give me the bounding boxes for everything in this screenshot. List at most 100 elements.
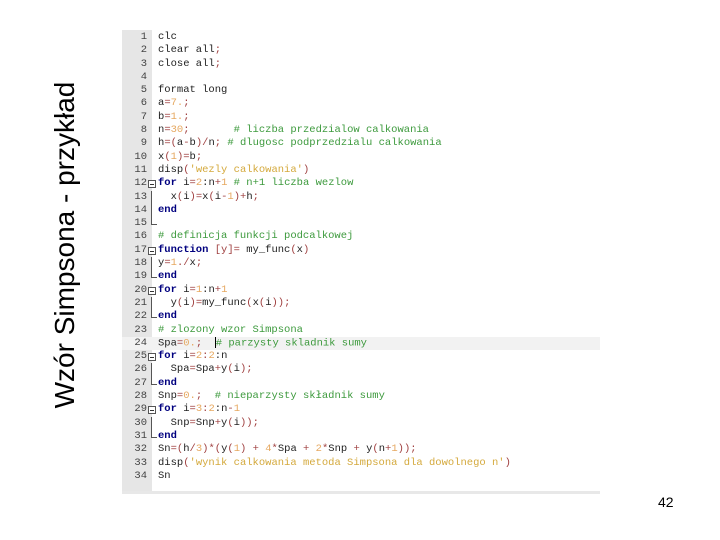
code-text: Sn [158, 470, 171, 483]
line-number: 21 [134, 296, 147, 309]
operator-token: ; [183, 110, 190, 123]
code-line[interactable]: 29 for i=3:2:n-1 [122, 403, 600, 416]
code-text: function [y]= my_func(x) [158, 244, 309, 257]
code-line[interactable]: 22 end [122, 310, 600, 323]
code-line[interactable]: 19 end [122, 270, 600, 283]
keyword-token: end [158, 203, 177, 216]
code-text: y=1./x; [158, 257, 202, 270]
code-token: clear all [158, 44, 215, 57]
keyword-token: for [158, 283, 177, 296]
code-line[interactable]: 9 h=(a-b)/n; # dlugosc podprzedzialu calk… [122, 137, 600, 150]
keyword-token: function [158, 243, 209, 256]
code-line[interactable]: 6 a=7.; [122, 97, 600, 110]
comment-token: # nieparzysty składnik sumy [202, 390, 385, 403]
code-text: x(1)=b; [158, 151, 202, 164]
code-line[interactable]: 33 disp('wynik calkowania metoda Simpsona… [122, 457, 600, 470]
code-token: :n [202, 177, 215, 190]
code-line[interactable]: 20 for i=1:n+1 [122, 284, 600, 297]
fold-toggle-icon[interactable] [148, 406, 156, 415]
line-number: 26 [134, 363, 147, 376]
fold-guide [151, 296, 152, 311]
code-line[interactable]: 17 function [y]= my_func(x) [122, 244, 600, 257]
code-line[interactable]: 21 y(i)=my_func(x(i)); [122, 296, 600, 311]
fold-guide [151, 190, 152, 204]
code-line[interactable]: 12 for i=2:n+1 # n+1 liczba wezlow [122, 177, 600, 190]
code-text: end [158, 270, 177, 283]
code-line[interactable]: 1 clc [122, 31, 600, 44]
line-number: 24 [134, 336, 147, 349]
code-line[interactable]: 23 # zlozony wzor Simpsona [122, 324, 600, 337]
line-number: 18 [134, 257, 147, 270]
fold-toggle-icon[interactable] [148, 353, 156, 362]
operator-token: )*( [202, 443, 222, 456]
keyword-token: for [158, 350, 177, 363]
line-number: 2 [140, 44, 147, 57]
code-line[interactable]: 30 Snp=Snp+y(i)); [122, 416, 600, 430]
operator-token: ) [302, 243, 310, 256]
operator-token: )); [397, 443, 417, 456]
operator-token: ); [239, 363, 253, 376]
code-text: for i=2:2:n [158, 350, 227, 363]
code-line[interactable]: 13 x(i)=x(i-1)+h; [122, 190, 600, 204]
code-line[interactable]: 10 x(1)=b; [122, 151, 600, 164]
code-text: clear all; [158, 44, 221, 57]
code-line[interactable]: 24 Spa=0.; # parzysty skladnik sumy [122, 336, 600, 351]
line-number: 32 [134, 443, 147, 456]
string-token: 'wezly calkowania' [189, 163, 303, 176]
line-number: 5 [140, 84, 147, 97]
code-editor[interactable]: 1 clc 2 clear all; 3 close all; 4 5 format long 6… [122, 30, 600, 494]
line-number: 13 [134, 190, 147, 203]
code-text: b=1.; [158, 111, 190, 124]
code-line[interactable]: 15 [122, 217, 600, 230]
code-token: Spa [277, 443, 297, 456]
code-line[interactable]: 31 end [122, 429, 600, 443]
code-line[interactable]: 7 b=1.; [122, 111, 600, 124]
operator-token: ; [195, 150, 203, 163]
code-token: my_func [246, 243, 291, 256]
line-number: 1 [140, 31, 147, 43]
code-line[interactable]: 28 Snp=0.; # nieparzysty składnik sumy [122, 390, 600, 403]
code-token: clc [158, 31, 177, 43]
code-text: Spa=0.; # parzysty skladnik sumy [158, 336, 367, 351]
operator-token: )= [176, 150, 190, 163]
number-token: 1 [233, 403, 240, 416]
number-token: 30 [170, 124, 184, 137]
code-line[interactable]: 34 Sn [122, 470, 600, 483]
code-line[interactable]: 16 # definicja funkcji podcalkowej [122, 230, 600, 243]
code-line[interactable]: 4 [122, 71, 600, 84]
operator-token: + [347, 443, 367, 456]
code-text: n=30; # liczba przedzialow calkowania [158, 124, 429, 137]
code-text: Spa=Spa+y(i); [158, 363, 253, 376]
code-text: h=(a-b)/n; # dlugosc podprzedzialu calko… [158, 137, 442, 150]
code-line[interactable]: 14 end [122, 203, 600, 218]
code-text: Sn=(h/3)*(y(1) + 4*Spa + 2*Snp + y(n+1))… [158, 443, 417, 456]
keyword-token: end [158, 310, 177, 323]
code-token: Snp [195, 416, 215, 429]
code-line[interactable]: 2 clear all; [122, 44, 600, 57]
operator-token: ) [302, 163, 310, 176]
code-line[interactable]: 27 end [122, 376, 600, 390]
code-token: Snp [158, 390, 177, 403]
code-line[interactable]: 8 n=30; # liczba przedzialow calkowania [122, 124, 600, 137]
code-line[interactable]: 32 Sn=(h/3)*(y(1) + 4*Spa + 2*Snp + y(n+1… [122, 443, 600, 456]
code-line[interactable]: 5 format long [122, 84, 600, 97]
fold-toggle-icon[interactable] [148, 180, 156, 189]
operator-token: )); [271, 296, 291, 309]
code-line[interactable]: 25 for i=2:2:n [122, 350, 600, 363]
fold-toggle-icon[interactable] [148, 286, 156, 295]
code-line[interactable]: 11 disp('wezly calkowania') [122, 164, 600, 177]
code-token: i [176, 403, 190, 416]
line-number: 29 [134, 403, 147, 416]
keyword-token: end [158, 376, 177, 389]
number-token: 0. [183, 337, 196, 350]
code-line[interactable]: 3 close all; [122, 58, 600, 71]
operator-token: )= [189, 296, 203, 309]
line-number: 16 [134, 230, 147, 243]
comment-token: # zlozony wzor Simpsona [158, 323, 303, 336]
code-line[interactable]: 26 Spa=Spa+y(i); [122, 363, 600, 377]
code-line[interactable]: 18 y=1./x; [122, 257, 600, 271]
fold-guide [151, 203, 152, 218]
line-number: 22 [134, 310, 147, 323]
fold-toggle-icon[interactable] [148, 246, 156, 255]
operator-token: ./ [176, 257, 190, 270]
